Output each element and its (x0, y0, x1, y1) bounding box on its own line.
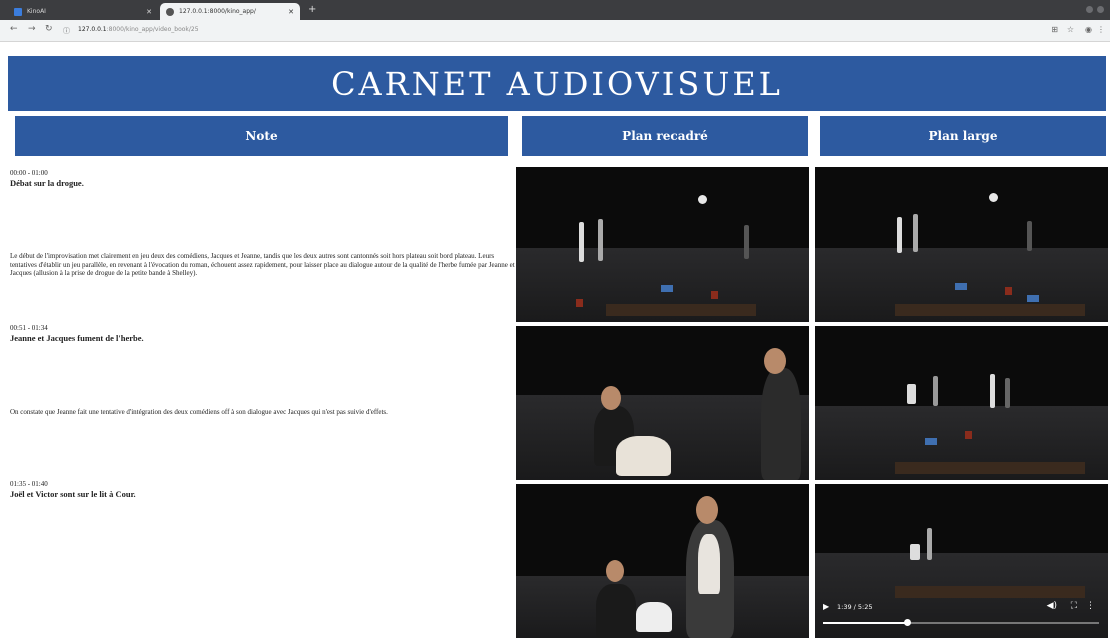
video-controls: ▶ 1:39 / 5:25 ◀) ⛶ ⋮ (815, 598, 1107, 632)
plan-large-video-2[interactable] (815, 326, 1108, 480)
url-field[interactable]: 127.0.0.1:8000/kino_app/video_book/25 (78, 26, 199, 33)
more-options-icon[interactable]: ⋮ (1086, 601, 1095, 611)
url-path: :8000/kino_app/video_book/25 (106, 26, 199, 33)
column-header-plan-recadre: Plan recadré (522, 116, 808, 156)
browser-tab-strip: KinoAI ✕ 127.0.0.1:8000/kino_app/ ✕ + (0, 0, 1110, 20)
reload-icon[interactable]: ↻ (45, 24, 53, 34)
menu-kebab-icon[interactable]: ⋮ (1097, 25, 1105, 34)
video-progress-fill (823, 622, 908, 624)
note-title: Débat sur la drogue. (10, 177, 84, 188)
note-timecode: 00:00 - 01:00 (10, 169, 48, 177)
plan-large-video-1[interactable] (815, 167, 1108, 322)
close-window-icon[interactable] (1097, 6, 1104, 13)
column-header-plan-large: Plan large (820, 116, 1106, 156)
video-time: 1:39 / 5:25 (837, 603, 873, 611)
note-timecode: 00:51 - 01:34 (10, 324, 48, 332)
account-icon[interactable]: ◉ (1085, 25, 1092, 34)
note-entry: 00:51 - 01:34 Jeanne et Jacques fument d… (10, 324, 515, 474)
browser-tab-kinoai[interactable]: KinoAI ✕ (8, 3, 158, 20)
new-tab-icon[interactable]: + (308, 4, 316, 15)
note-timecode: 01:35 - 01:40 (10, 480, 48, 488)
video-scrubber-handle[interactable] (904, 619, 912, 626)
note-title: Joël et Victor sont sur le lit à Cour. (10, 488, 136, 499)
fullscreen-icon[interactable]: ⛶ (1071, 601, 1077, 611)
minimize-icon[interactable] (1086, 6, 1093, 13)
play-icon[interactable]: ▶ (823, 602, 829, 611)
column-header-note: Note (15, 116, 508, 156)
tab-label: 127.0.0.1:8000/kino_app/ (179, 8, 256, 15)
close-tab-icon[interactable]: ✕ (146, 8, 152, 16)
window-controls (1086, 6, 1104, 13)
page-title: CARNET AUDIOVISUEL (8, 56, 1106, 111)
kinoai-favicon-icon (14, 7, 22, 16)
note-entry: 00:00 - 01:00 Débat sur la drogue. Le dé… (10, 169, 515, 319)
forward-arrow-icon[interactable]: → (28, 24, 36, 34)
video-progress-bar[interactable] (823, 619, 1099, 626)
plan-recadre-video-3[interactable] (516, 484, 809, 638)
url-host: 127.0.0.1 (78, 26, 107, 33)
plan-recadre-video-2[interactable] (516, 326, 809, 480)
note-description: Le début de l'improvisation met claireme… (10, 252, 515, 277)
note-entry: 01:35 - 01:40 Joël et Victor sont sur le… (10, 480, 515, 580)
plan-recadre-video-1[interactable] (516, 167, 809, 322)
volume-icon[interactable]: ◀) (1047, 601, 1057, 611)
close-tab-icon[interactable]: ✕ (288, 8, 294, 16)
globe-favicon-icon (166, 7, 174, 16)
translate-icon[interactable]: ⊞ (1051, 25, 1058, 34)
info-icon[interactable]: ⓘ (63, 26, 70, 36)
note-title: Jeanne et Jacques fument de l'herbe. (10, 332, 144, 343)
tab-label: KinoAI (27, 8, 46, 15)
back-arrow-icon[interactable]: ← (10, 24, 18, 34)
browser-tab-active[interactable]: 127.0.0.1:8000/kino_app/ ✕ (160, 3, 300, 20)
bookmark-star-icon[interactable]: ☆ (1067, 25, 1074, 34)
address-bar: ← → ↻ ⓘ 127.0.0.1:8000/kino_app/video_bo… (0, 20, 1110, 42)
note-description: On constate que Jeanne fait une tentativ… (10, 408, 388, 416)
